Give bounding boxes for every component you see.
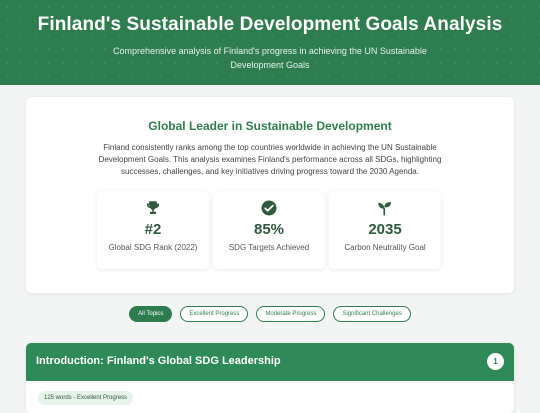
filter-significant-challenges[interactable]: Significant Challenges [333, 306, 411, 322]
filter-bar: All Topics Excellent Progress Moderate P… [0, 306, 540, 322]
stat-card-targets: 85% SDG Targets Achieved [213, 191, 325, 269]
section-number-badge: 1 [487, 353, 504, 370]
overview-description: Finland consistently ranks among the top… [98, 143, 442, 176]
page-subtitle: Comprehensive analysis of Finland's prog… [113, 46, 427, 70]
overview-title: Global Leader in Sustainable Development [148, 119, 392, 133]
filter-excellent-progress[interactable]: Excellent Progress [180, 306, 249, 322]
stat-label: SDG Targets Achieved [228, 243, 310, 252]
page-header: Finland's Sustainable Development Goals … [0, 0, 540, 85]
stat-card-rank: #2 Global SDG Rank (2022) [97, 191, 209, 269]
stat-value: 85% [253, 221, 285, 238]
page-title: Finland's Sustainable Development Goals … [37, 14, 503, 35]
filter-moderate-progress[interactable]: Moderate Progress [256, 306, 326, 322]
section-introduction: Introduction: Finland's Global SDG Leade… [26, 343, 514, 413]
stat-label: Global SDG Rank (2022) [108, 243, 198, 252]
stat-card-carbon: 2035 Carbon Neutrality Goal [329, 191, 441, 269]
stat-label: Carbon Neutrality Goal [344, 243, 426, 252]
section-header[interactable]: Introduction: Finland's Global SDG Leade… [26, 343, 514, 381]
overview-card: Global Leader in Sustainable Development… [26, 97, 514, 293]
section-title: Introduction: Finland's Global SDG Leade… [36, 355, 281, 367]
section-meta-badge: 125 words - Excellent Progress [38, 391, 134, 405]
stat-value: #2 [144, 221, 162, 238]
filter-all-topics[interactable]: All Topics [129, 306, 173, 322]
check-circle-icon [213, 199, 325, 219]
stat-value: 2035 [368, 221, 402, 238]
sprout-icon [329, 199, 441, 219]
trophy-icon [97, 199, 209, 219]
